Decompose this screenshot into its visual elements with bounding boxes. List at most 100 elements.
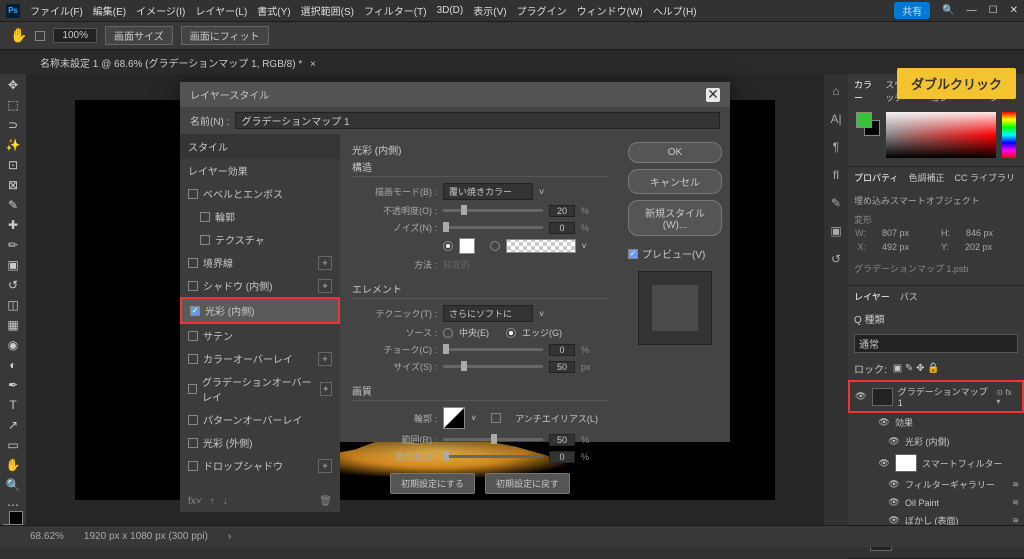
prop-h[interactable]: 846 px: [966, 228, 993, 238]
type-tool-icon[interactable]: T: [4, 398, 22, 412]
zoom-value[interactable]: 100%: [53, 28, 97, 43]
reset-default-button[interactable]: 初期設定に戻す: [485, 473, 570, 494]
tab-paths[interactable]: パス: [900, 290, 918, 303]
add-icon[interactable]: +: [320, 382, 332, 396]
gradient-preview[interactable]: [506, 239, 576, 253]
cancel-button[interactable]: キャンセル: [628, 169, 722, 194]
visibility-icon[interactable]: 👁: [888, 436, 900, 447]
menu-help[interactable]: ヘルプ(H): [653, 3, 697, 18]
down-icon[interactable]: ↓: [223, 496, 228, 507]
style-pattern-overlay[interactable]: パターンオーバーレイ: [180, 408, 340, 431]
eraser-tool-icon[interactable]: ◫: [4, 298, 22, 312]
prop-w[interactable]: 807 px: [882, 228, 909, 238]
color-radio[interactable]: [443, 241, 453, 251]
name-input[interactable]: [235, 112, 720, 129]
tab-paragraph-icon[interactable]: ¶: [833, 140, 839, 154]
visibility-icon[interactable]: 👁: [888, 497, 900, 508]
color-picker[interactable]: [886, 112, 996, 158]
make-default-button[interactable]: 初期設定にする: [390, 473, 475, 494]
brush-tool-icon[interactable]: ✏: [4, 238, 22, 252]
search-icon[interactable]: 🔍: [942, 5, 954, 16]
tab-clone-icon[interactable]: ▣: [830, 224, 841, 238]
dialog-close-icon[interactable]: ✕: [706, 88, 720, 102]
move-tool-icon[interactable]: ✥: [4, 78, 22, 92]
source-center-radio[interactable]: [443, 328, 453, 338]
tab-properties[interactable]: プロパティ: [854, 171, 898, 184]
tab-history-icon[interactable]: ↺: [831, 252, 841, 266]
blur-tool-icon[interactable]: ◉: [4, 338, 22, 352]
menu-view[interactable]: 表示(V): [473, 3, 506, 18]
marquee-tool-icon[interactable]: ⬚: [4, 98, 22, 112]
noise-value[interactable]: 0: [549, 222, 575, 234]
add-icon[interactable]: +: [318, 459, 332, 473]
pen-tool-icon[interactable]: ✒: [4, 378, 22, 392]
frame-tool-icon[interactable]: ⊠: [4, 178, 22, 192]
tab-cc-libraries[interactable]: CC ライブラリ: [954, 171, 1015, 184]
style-bevel[interactable]: ベベルとエンボス: [180, 182, 340, 205]
add-icon[interactable]: +: [318, 256, 332, 270]
heal-tool-icon[interactable]: ✚: [4, 218, 22, 232]
layer-row-oil-paint[interactable]: 👁 Oil Paint≋: [848, 494, 1024, 511]
contour-picker[interactable]: [443, 407, 465, 429]
jitter-slider[interactable]: [443, 455, 543, 458]
tab-close-icon[interactable]: ×: [310, 59, 316, 70]
status-zoom[interactable]: 68.62%: [30, 531, 64, 542]
menu-window[interactable]: ウィンドウ(W): [577, 3, 643, 18]
blend-mode-select[interactable]: 通常: [854, 334, 1018, 353]
filter-settings-icon[interactable]: ≋: [1012, 498, 1019, 507]
up-icon[interactable]: ↑: [210, 496, 215, 507]
glow-color-swatch[interactable]: [459, 238, 475, 254]
window-close-icon[interactable]: ✕: [1010, 5, 1018, 16]
choke-value[interactable]: 0: [549, 344, 575, 356]
prop-y[interactable]: 202 px: [965, 242, 992, 252]
menu-select[interactable]: 選択範囲(S): [301, 3, 354, 18]
noise-slider[interactable]: [443, 226, 543, 229]
visibility-icon[interactable]: 👁: [878, 458, 890, 469]
fx-icon[interactable]: fx˅: [188, 496, 202, 507]
jitter-value[interactable]: 0: [549, 451, 575, 463]
style-inner-shadow[interactable]: シャドウ (内側)+: [180, 274, 340, 297]
history-brush-tool-icon[interactable]: ↺: [4, 278, 22, 292]
visibility-icon[interactable]: 👁: [855, 391, 867, 402]
opacity-slider[interactable]: [443, 209, 543, 212]
menu-plugins[interactable]: プラグイン: [517, 3, 567, 18]
menu-layer[interactable]: レイヤー(L): [195, 3, 247, 18]
ok-button[interactable]: OK: [628, 142, 722, 163]
style-blending-options[interactable]: レイヤー効果: [180, 159, 340, 182]
menu-filter[interactable]: フィルター(T): [364, 3, 427, 18]
zoom-tool-icon[interactable]: 🔍: [4, 478, 22, 492]
range-slider[interactable]: [443, 438, 543, 441]
style-contour[interactable]: 輪郭: [180, 205, 340, 228]
window-minimize-icon[interactable]: —: [967, 5, 977, 16]
style-stroke[interactable]: 境界線+: [180, 251, 340, 274]
style-color-overlay[interactable]: カラーオーバーレイ+: [180, 347, 340, 370]
style-outer-glow[interactable]: 光彩 (外側): [180, 431, 340, 454]
size-value[interactable]: 50: [549, 361, 575, 373]
blend-mode-select[interactable]: 覆い焼きカラー: [443, 183, 533, 200]
layer-fx-badge[interactable]: ⊙ fx ▾: [996, 388, 1017, 406]
shape-tool-icon[interactable]: ▭: [4, 438, 22, 452]
scroll-all-checkbox[interactable]: [35, 31, 45, 41]
hue-slider[interactable]: [1002, 112, 1016, 158]
add-icon[interactable]: +: [318, 352, 332, 366]
window-maximize-icon[interactable]: ☐: [989, 5, 998, 16]
dodge-tool-icon[interactable]: ◐: [4, 358, 22, 372]
menu-type[interactable]: 書式(Y): [257, 3, 290, 18]
range-value[interactable]: 50: [549, 434, 575, 446]
crop-tool-icon[interactable]: ⊡: [4, 158, 22, 172]
fill-screen-button[interactable]: 画面にフィット: [181, 26, 269, 45]
preview-checkbox[interactable]: ✓: [628, 249, 638, 259]
layer-row-inner-glow[interactable]: 👁 光彩 (内側): [848, 432, 1024, 451]
dialog-titlebar[interactable]: レイヤースタイル ✕: [180, 82, 730, 107]
document-tab[interactable]: 名称未設定 1 @ 68.6% (グラデーションマップ 1, RGB/8) * …: [30, 52, 326, 73]
tab-adjustments[interactable]: 色調補正: [908, 171, 944, 184]
eyedropper-tool-icon[interactable]: ✎: [4, 198, 22, 212]
path-tool-icon[interactable]: ↗: [4, 418, 22, 432]
stamp-tool-icon[interactable]: ▣: [4, 258, 22, 272]
status-dims[interactable]: 1920 px x 1080 px (300 ppi): [84, 531, 208, 542]
tab-layers[interactable]: レイヤー: [854, 290, 890, 303]
menu-3d[interactable]: 3D(D): [437, 5, 464, 16]
edit-toolbar-icon[interactable]: ⋯: [4, 498, 22, 512]
filter-settings-icon[interactable]: ≋: [1012, 516, 1019, 525]
tab-glyph-icon[interactable]: fl: [833, 168, 839, 182]
